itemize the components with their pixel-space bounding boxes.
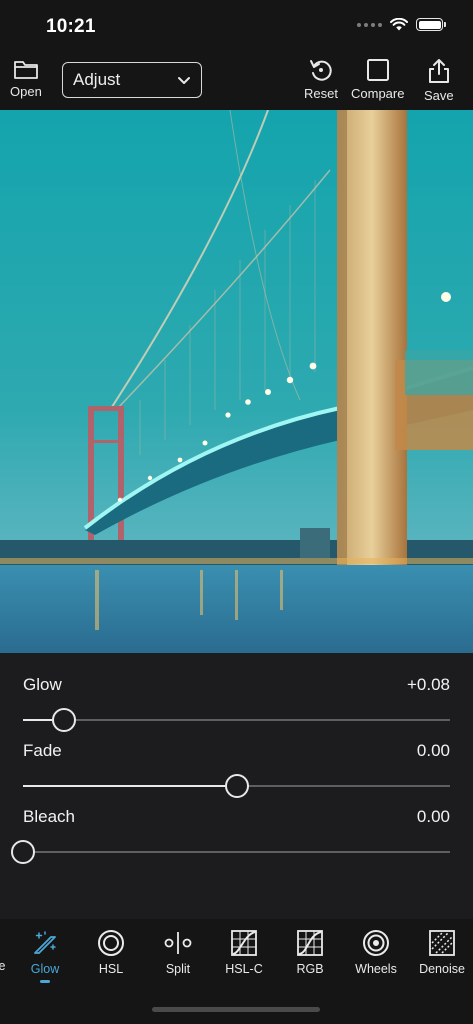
top-toolbar: Open Adjust Reset Compare Save (0, 52, 473, 110)
tab-denoise[interactable]: Denoise (412, 929, 472, 976)
status-icons (357, 18, 446, 31)
chevron-down-icon (178, 76, 190, 84)
tab-wheels[interactable]: Wheels (346, 929, 406, 976)
mode-dropdown[interactable]: Adjust (62, 62, 202, 98)
glow-slider-value: +0.08 (406, 675, 450, 694)
color-wheels-icon (363, 930, 389, 956)
tab-split[interactable]: Split (148, 929, 208, 976)
glow-slider-thumb[interactable] (51, 708, 76, 732)
fade-slider-label: Fade (23, 741, 62, 760)
wifi-icon (390, 18, 408, 31)
battery-icon (416, 18, 446, 31)
tab-hsl-label: HSL (98, 962, 124, 976)
compare-button[interactable]: Compare (351, 58, 404, 101)
glow-slider-track[interactable] (23, 708, 450, 732)
glow-slider-block: Glow +0.08 (23, 675, 450, 732)
photo-preview[interactable] (0, 110, 473, 653)
glow-wand-icon (34, 931, 56, 954)
hsl-rings-icon (98, 930, 124, 956)
open-button[interactable]: Open (10, 58, 42, 99)
save-button[interactable]: Save (424, 58, 454, 103)
tab-split-label: Split (165, 962, 191, 976)
tab-hsl[interactable]: HSL (81, 929, 141, 976)
mode-dropdown-value: Adjust (73, 70, 121, 89)
bleach-slider-label: Bleach (23, 807, 75, 826)
tab-rgb-label: RGB (296, 962, 324, 976)
bleach-slider-track[interactable] (11, 840, 450, 864)
split-toning-icon (164, 932, 192, 954)
tab-partial-label: e (0, 959, 6, 973)
fade-slider-fill (23, 785, 237, 787)
reset-label: Reset (304, 86, 338, 101)
fade-slider-value: 0.00 (416, 741, 450, 760)
glow-slider-label: Glow (23, 675, 62, 694)
tab-denoise-label: Denoise (419, 962, 465, 976)
fade-slider-track[interactable] (23, 774, 450, 798)
tab-wheels-label: Wheels (355, 962, 397, 976)
rgb-curve-icon (297, 930, 323, 956)
active-tab-indicator (40, 980, 50, 983)
fade-slider-thumb[interactable] (224, 774, 249, 798)
compare-icon (366, 59, 389, 81)
adjustment-panel: Glow +0.08 Fade 0.00 Bleach 0.00 (0, 653, 473, 919)
fade-slider-block: Fade 0.00 (23, 741, 450, 798)
status-time: 10:21 (46, 16, 96, 37)
status-bar: 10:21 (0, 0, 473, 52)
bleach-slider-thumb[interactable] (11, 840, 35, 864)
save-label: Save (424, 88, 454, 103)
bridge-photo (0, 110, 473, 653)
bleach-slider-block: Bleach 0.00 (11, 807, 450, 864)
compare-label: Compare (351, 86, 405, 101)
reset-button[interactable]: Reset (304, 58, 338, 101)
open-label: Open (10, 84, 42, 99)
hsl-curve-icon (231, 930, 257, 956)
denoise-icon (429, 930, 455, 956)
signal-dots-icon (357, 22, 382, 27)
folder-icon (14, 61, 38, 79)
tab-hsl-c-label: HSL-C (225, 962, 263, 976)
home-indicator (152, 1007, 320, 1012)
tab-glow-label: Glow (30, 962, 60, 976)
bleach-slider-value: 0.00 (416, 807, 450, 826)
reset-icon (309, 60, 332, 81)
tab-hsl-c[interactable]: HSL-C (214, 929, 274, 976)
tab-rgb[interactable]: RGB (280, 929, 340, 976)
share-icon (428, 59, 449, 83)
tab-glow[interactable]: Glow (15, 929, 75, 983)
